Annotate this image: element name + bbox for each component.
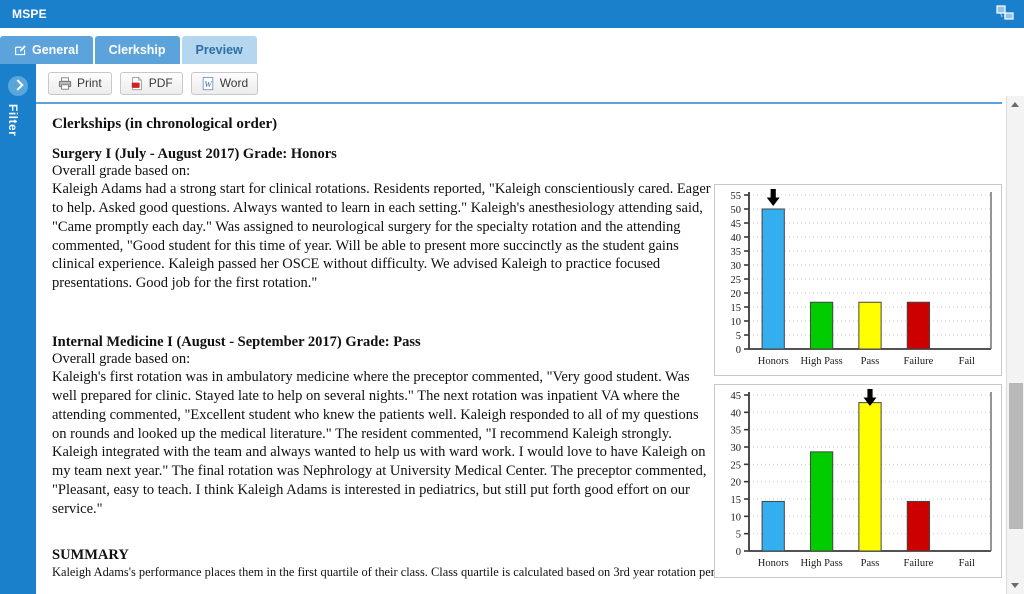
pdf-button[interactable]: PDF [119, 71, 183, 95]
tab-bar: General Clerkship Preview [0, 28, 1024, 64]
svg-text:5: 5 [736, 530, 741, 541]
filter-sidebar: Filter [0, 64, 36, 594]
print-button-label: Print [77, 76, 102, 90]
svg-text:25: 25 [731, 460, 742, 471]
preview-toolbar: Print PDF W Word [36, 64, 1024, 104]
svg-text:Fail: Fail [959, 356, 975, 367]
svg-text:High Pass: High Pass [800, 558, 842, 569]
svg-text:10: 10 [731, 317, 742, 328]
chart-1-canvas: 0 5 10 15 20 25 30 35 40 45 50 55 Honors High Pass Pas… [731, 189, 992, 367]
section-subheading: Overall grade based on: [52, 163, 191, 179]
svg-text:Honors: Honors [758, 558, 789, 569]
tab-clerkship-label: Clerkship [108, 43, 166, 57]
section-subheading: Overall grade based on: [52, 351, 191, 367]
svg-text:0: 0 [736, 547, 741, 558]
svg-text:40: 40 [731, 233, 742, 244]
section-surgery-1: Surgery I (July - August 2017) Grade: Ho… [52, 146, 714, 293]
svg-text:45: 45 [731, 219, 742, 230]
section-heading: Internal Medicine I (August - September … [52, 334, 421, 350]
svg-text:High Pass: High Pass [800, 356, 842, 367]
page-title: Clerkships (in chronological order) [52, 116, 278, 132]
section-heading: Surgery I (July - August 2017) Grade: Ho… [52, 146, 337, 162]
svg-text:Pass: Pass [861, 558, 880, 569]
word-button-label: Word [219, 76, 249, 90]
svg-text:55: 55 [731, 191, 742, 202]
word-button[interactable]: W Word [190, 71, 259, 95]
tab-general[interactable]: General [0, 36, 93, 64]
svg-text:30: 30 [731, 443, 742, 454]
svg-text:25: 25 [731, 275, 742, 286]
svg-text:10: 10 [731, 512, 742, 523]
svg-text:Pass: Pass [861, 356, 880, 367]
svg-text:20: 20 [731, 478, 742, 489]
svg-text:30: 30 [731, 261, 742, 272]
svg-text:Failure: Failure [904, 558, 934, 569]
svg-text:50: 50 [731, 205, 742, 216]
section-internal-medicine-1: Internal Medicine I (August - September … [52, 334, 714, 519]
window-titlebar: MSPE [0, 0, 1024, 28]
svg-text:Fail: Fail [959, 558, 975, 569]
svg-text:5: 5 [736, 331, 741, 342]
printer-icon [58, 76, 72, 91]
chevron-right-circle-icon[interactable] [8, 76, 28, 96]
scrollbar-thumb[interactable] [1009, 383, 1023, 529]
pdf-file-icon [130, 76, 144, 91]
filter-sidebar-label[interactable]: Filter [6, 104, 20, 136]
svg-text:Honors: Honors [758, 356, 789, 367]
chart-2-canvas: 0 5 10 15 20 25 30 35 40 45 Honors High Pass Pass Fai… [731, 389, 992, 569]
scroll-up-button[interactable] [1007, 96, 1024, 113]
section-body: Kaleigh's first rotation was in ambulato… [52, 369, 707, 517]
pencil-square-icon [14, 44, 27, 57]
tab-clerkship[interactable]: Clerkship [94, 36, 180, 64]
svg-text:0: 0 [736, 345, 741, 356]
word-file-icon: W [201, 76, 215, 91]
svg-text:20: 20 [731, 289, 742, 300]
tab-preview[interactable]: Preview [181, 36, 257, 64]
grade-distribution-chart-2: 0 5 10 15 20 25 30 35 40 45 Honors High Pass Pass Fai… [714, 384, 1002, 578]
svg-text:35: 35 [731, 426, 742, 437]
tab-preview-label: Preview [195, 43, 243, 57]
vertical-scrollbar[interactable] [1006, 96, 1024, 594]
preview-panel: Print PDF W Word Clerkships (in chronolo… [36, 64, 1024, 594]
scroll-down-button[interactable] [1007, 577, 1024, 594]
svg-text:Failure: Failure [904, 356, 934, 367]
grade-distribution-chart-1: 0 5 10 15 20 25 30 35 40 45 50 55 Honors High Pass Pas… [714, 184, 1002, 376]
pdf-button-label: PDF [148, 76, 173, 90]
print-button[interactable]: Print [48, 71, 112, 95]
svg-text:45: 45 [731, 391, 742, 402]
svg-text:40: 40 [731, 408, 742, 419]
svg-text:15: 15 [731, 495, 742, 506]
svg-text:35: 35 [731, 247, 742, 258]
app-title: MSPE [12, 7, 47, 21]
svg-text:15: 15 [731, 303, 742, 314]
section-body: Kaleigh Adams had a strong start for cli… [52, 181, 711, 292]
document-preview: Clerkships (in chronological order) Surg… [36, 106, 1006, 594]
tab-general-label: General [32, 43, 79, 57]
svg-text:W: W [204, 79, 212, 89]
window-restore-icon[interactable] [994, 4, 1016, 24]
